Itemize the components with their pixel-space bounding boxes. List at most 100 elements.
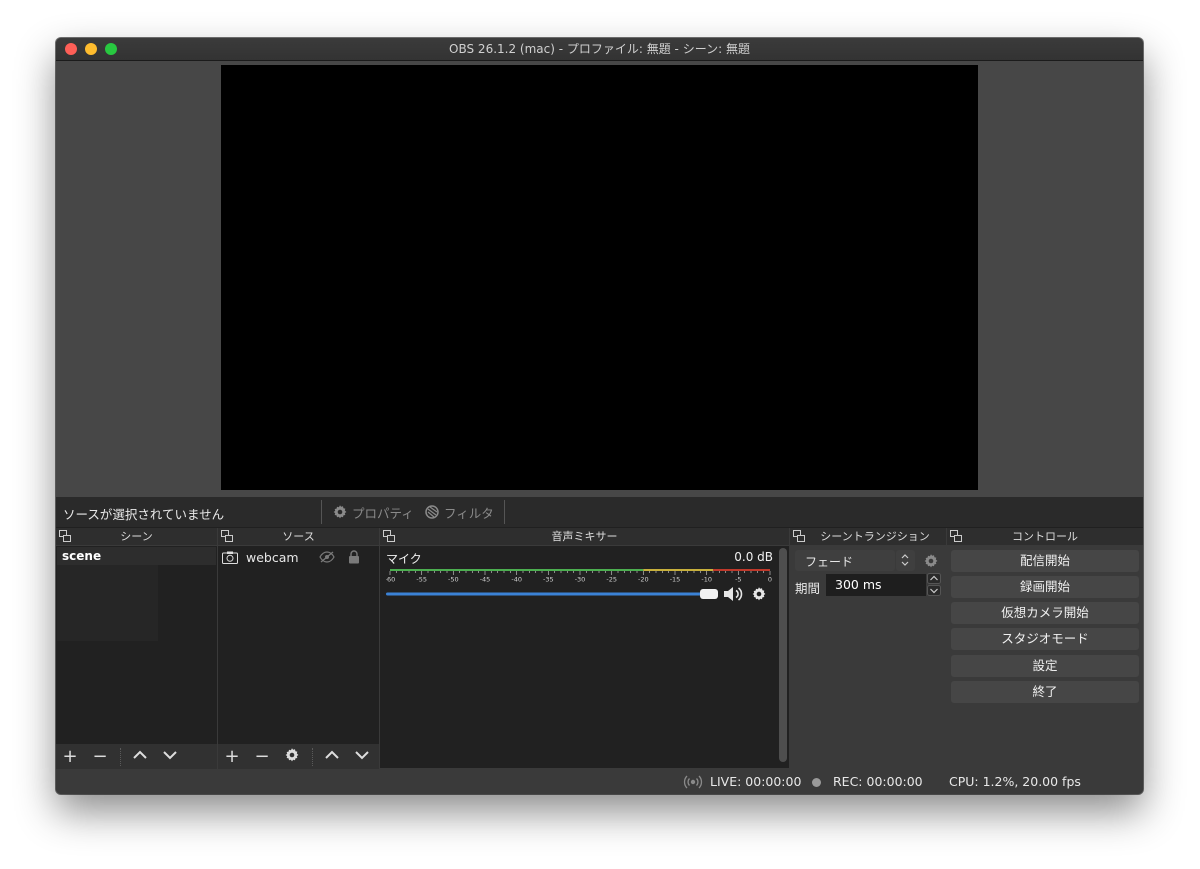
- transition-select-arrows[interactable]: [896, 550, 915, 571]
- gear-icon[interactable]: [923, 553, 939, 569]
- undock-icon[interactable]: [383, 530, 395, 542]
- meter-segment: [390, 569, 644, 571]
- scene-list-empty-area: [57, 565, 158, 641]
- duration-value: 300 ms: [835, 577, 882, 592]
- chevron-down-icon: [355, 751, 369, 760]
- meter-tick-label: -20: [638, 576, 649, 584]
- meter-tick-label: 0: [768, 576, 772, 584]
- add-scene-button[interactable]: +: [60, 747, 80, 767]
- stepper-up-icon[interactable]: [927, 573, 941, 584]
- undock-icon[interactable]: [793, 530, 805, 542]
- lock-icon[interactable]: [348, 550, 360, 564]
- chevron-up-icon: [133, 750, 147, 759]
- filters-button[interactable]: フィルタ: [424, 503, 494, 521]
- gear-icon: [333, 505, 347, 519]
- mixer-scrollbar[interactable]: [779, 548, 787, 762]
- meter-tick-label: -10: [701, 576, 712, 584]
- scenes-panel: scene + −: [56, 546, 217, 769]
- move-scene-down-button[interactable]: [160, 747, 180, 767]
- sources-footer: + −: [218, 744, 379, 769]
- meter-tick-label: -55: [416, 576, 427, 584]
- meter-segment: [643, 569, 713, 571]
- mixer-channel-name: マイク: [386, 552, 422, 566]
- exit-button[interactable]: 終了: [951, 681, 1139, 703]
- move-source-up-button[interactable]: [322, 747, 342, 767]
- scenes-footer: + −: [56, 744, 217, 769]
- title-bar: OBS 26.1.2 (mac) - プロファイル: 無題 - シーン: 無題: [56, 38, 1143, 61]
- duration-input[interactable]: 300 ms: [826, 574, 926, 596]
- scenes-title: シーン: [120, 530, 153, 543]
- meter-segment: [713, 569, 770, 571]
- gear-icon[interactable]: [751, 586, 767, 602]
- start-virtual-camera-button[interactable]: 仮想カメラ開始: [951, 602, 1139, 624]
- divider: [504, 500, 505, 524]
- properties-label: プロパティ: [352, 505, 414, 521]
- chevron-updown-icon: [901, 554, 909, 566]
- undock-icon[interactable]: [221, 530, 233, 542]
- obs-window: OBS 26.1.2 (mac) - プロファイル: 無題 - シーン: 無題 …: [56, 38, 1143, 794]
- source-list-item[interactable]: webcam: [220, 548, 378, 566]
- add-source-button[interactable]: +: [222, 747, 242, 767]
- mixer-dock-title: 音声ミキサー: [380, 528, 789, 545]
- settings-button[interactable]: 設定: [951, 655, 1139, 677]
- start-recording-button[interactable]: 録画開始: [951, 576, 1139, 598]
- source-label: webcam: [246, 549, 299, 565]
- sources-dock-title: ソース: [218, 528, 379, 545]
- minimize-window-button[interactable]: [85, 43, 97, 55]
- chevron-up-icon: [325, 750, 339, 759]
- broadcast-icon: [683, 775, 703, 789]
- filter-icon: [425, 505, 439, 519]
- eye-hidden-icon[interactable]: [319, 551, 335, 563]
- remove-scene-button[interactable]: −: [90, 747, 110, 767]
- divider: [321, 500, 322, 524]
- gear-icon: [285, 748, 299, 762]
- filters-label: フィルタ: [444, 505, 494, 521]
- volume-meter: -60-55-50-45-40-35-30-25-20-15-10-50: [386, 569, 772, 584]
- duration-label: 期間: [795, 581, 821, 596]
- transitions-dock-title: シーントランジション: [790, 528, 946, 545]
- scene-list-item[interactable]: scene: [57, 547, 216, 565]
- sources-title: ソース: [282, 530, 315, 543]
- meter-tick-label: -50: [448, 576, 459, 584]
- transitions-title: シーントランジション: [820, 530, 930, 543]
- undock-icon[interactable]: [950, 530, 962, 542]
- close-window-button[interactable]: [65, 43, 77, 55]
- divider: [120, 748, 122, 766]
- move-source-down-button[interactable]: [352, 747, 372, 767]
- meter-tick-label: -35: [543, 576, 554, 584]
- move-scene-up-button[interactable]: [130, 747, 150, 767]
- studio-mode-button[interactable]: スタジオモード: [951, 628, 1139, 650]
- record-indicator-icon: [812, 778, 821, 787]
- status-bar: LIVE: 00:00:00 REC: 00:00:00 CPU: 1.2%, …: [56, 769, 1143, 794]
- controls-dock-title: コントロール: [947, 528, 1143, 545]
- cpu-fps: CPU: 1.2%, 20.00 fps: [949, 774, 1081, 789]
- mixer-panel: マイク 0.0 dB -60-55-50-45-40-35-30-25-20-1…: [380, 546, 789, 768]
- meter-tick-label: -5: [735, 576, 741, 584]
- sources-panel: webcam + −: [218, 546, 379, 769]
- source-properties-button[interactable]: [282, 747, 302, 767]
- meter-tick-label: -45: [480, 576, 491, 584]
- maximize-window-button[interactable]: [105, 43, 117, 55]
- window-title: OBS 26.1.2 (mac) - プロファイル: 無題 - シーン: 無題: [449, 42, 750, 56]
- transition-select[interactable]: フェード: [795, 550, 895, 571]
- meter-tick-label: -30: [575, 576, 586, 584]
- mixer-title: 音声ミキサー: [551, 530, 618, 543]
- properties-button[interactable]: プロパティ: [332, 503, 414, 521]
- stepper-down-icon[interactable]: [927, 585, 941, 596]
- meter-tick-label: -40: [511, 576, 522, 584]
- divider: [312, 748, 314, 766]
- chevron-down-icon: [163, 751, 177, 760]
- volume-slider[interactable]: [386, 588, 722, 600]
- remove-source-button[interactable]: −: [252, 747, 272, 767]
- meter-tick-label: -25: [606, 576, 617, 584]
- meter-tick-label: -60: [386, 576, 395, 584]
- meter-tick-label: -15: [670, 576, 681, 584]
- source-toolbar: ソースが選択されていません プロパティ フィルタ: [56, 497, 1143, 528]
- preview-canvas[interactable]: [221, 65, 978, 490]
- scenes-dock-title: シーン: [56, 528, 217, 545]
- camera-icon: [222, 551, 238, 564]
- start-streaming-button[interactable]: 配信開始: [951, 550, 1139, 572]
- rec-timer: REC: 00:00:00: [833, 774, 923, 789]
- speaker-icon[interactable]: [723, 585, 745, 603]
- undock-icon[interactable]: [59, 530, 71, 542]
